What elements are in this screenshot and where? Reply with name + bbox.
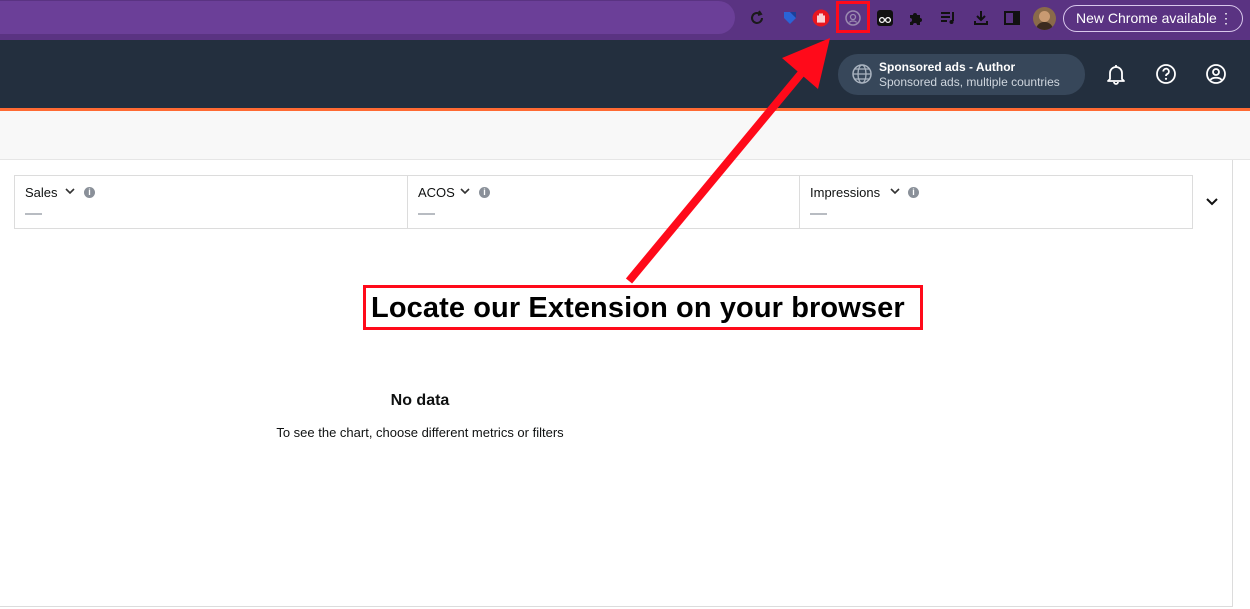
info-icon[interactable]: i (84, 187, 95, 198)
metric-selector-row: Sales i ACOS i Impressions i (14, 175, 1193, 229)
empty-state-message: To see the chart, choose different metri… (276, 425, 564, 440)
bookmark-extension-icon[interactable] (779, 7, 801, 29)
download-icon[interactable] (970, 7, 992, 29)
new-chrome-available-button[interactable]: New Chrome available ⋮ (1063, 5, 1243, 32)
bell-icon[interactable] (1105, 63, 1127, 85)
chart-panel: Sales i ACOS i Impressions i No data To … (0, 160, 1233, 607)
metric-value-placeholder (810, 213, 827, 215)
annotation-text: Locate our Extension on your browser (371, 292, 905, 324)
sync-icon[interactable] (746, 7, 768, 29)
hand-stop-extension-icon[interactable] (810, 7, 832, 29)
expand-chevron-icon[interactable] (1203, 195, 1221, 209)
metric-value-placeholder (418, 213, 435, 215)
info-icon[interactable]: i (908, 187, 919, 198)
profile-avatar[interactable] (1033, 7, 1056, 30)
chrome-menu-icon[interactable]: ⋮ (1219, 6, 1233, 31)
new-chrome-label: New Chrome available (1076, 10, 1217, 26)
metric-label: ACOS (418, 185, 455, 200)
annotation-callout: Locate our Extension on your browser (363, 285, 923, 330)
side-panel-icon[interactable] (1001, 7, 1023, 29)
metric-label: Sales (25, 185, 58, 200)
account-icon[interactable] (1205, 63, 1227, 85)
reading-list-icon[interactable] (937, 7, 959, 29)
puzzle-extensions-icon[interactable] (905, 7, 927, 29)
sub-navigation-bar (0, 111, 1250, 160)
app-header: Sponsored ads - Author Sponsored ads, mu… (0, 40, 1250, 108)
globe-icon (852, 64, 872, 84)
account-title: Sponsored ads - Author (879, 60, 1016, 74)
chevron-down-icon[interactable] (459, 185, 471, 197)
metric-card-impressions[interactable]: Impressions i (800, 176, 1192, 228)
browser-toolbar: New Chrome available ⋮ (0, 0, 1250, 40)
help-icon[interactable] (1155, 63, 1177, 85)
account-subtitle: Sponsored ads, multiple countries (879, 75, 1060, 89)
chevron-down-icon[interactable] (64, 185, 76, 197)
extension-highlight-box (836, 1, 870, 33)
chevron-down-icon[interactable] (889, 185, 901, 197)
info-icon[interactable]: i (479, 187, 490, 198)
metric-card-acos[interactable]: ACOS i (408, 176, 800, 228)
empty-state-title: No data (390, 392, 450, 409)
address-bar[interactable] (0, 1, 735, 34)
metric-card-sales[interactable]: Sales i (15, 176, 408, 228)
metric-label: Impressions (810, 185, 881, 200)
account-switcher[interactable]: Sponsored ads - Author Sponsored ads, mu… (838, 54, 1085, 95)
glasses-extension-icon[interactable] (874, 7, 896, 29)
metric-value-placeholder (25, 213, 42, 215)
